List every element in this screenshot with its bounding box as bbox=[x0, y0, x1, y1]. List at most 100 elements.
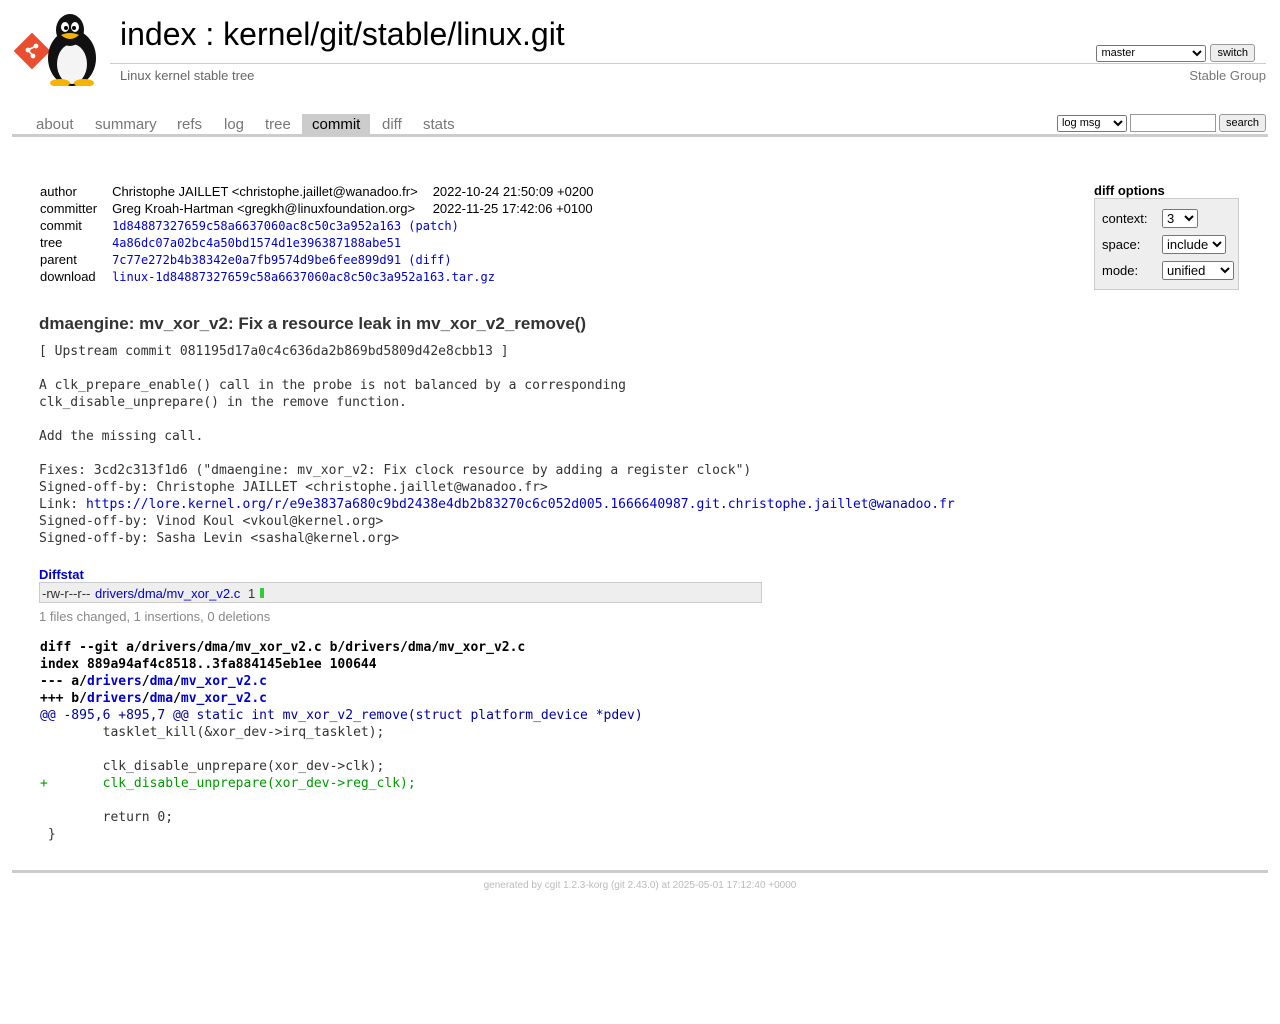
author-label: author bbox=[40, 184, 77, 199]
message-link-line: Link: https://lore.kernel.org/r/e9e3837a… bbox=[39, 497, 955, 512]
author-value: Christophe JAILLET <christophe.jaillet@w… bbox=[112, 184, 418, 199]
footer-divider bbox=[12, 870, 1268, 873]
diff-context-line: return 0; bbox=[40, 810, 174, 825]
search-mode-select[interactable]: log msg bbox=[1056, 114, 1127, 132]
message-upstream-line: [ Upstream commit 081195d17a0c4c636da2b8… bbox=[39, 344, 509, 359]
tab-tree[interactable]: tree bbox=[255, 114, 301, 134]
diff-index-line: index 889a94af4c8518..3fa884145eb1ee 100… bbox=[40, 657, 377, 672]
index-link[interactable]: index bbox=[120, 16, 197, 52]
context-label: context: bbox=[1102, 211, 1148, 226]
title-separator: : bbox=[196, 16, 224, 52]
message-signoff-line: Signed-off-by: Sasha Levin <sashal@kerne… bbox=[39, 531, 400, 546]
commit-sha-cell: 1d84887327659c58a6637060ac8c50c3a952a163… bbox=[109, 217, 596, 234]
message-signoff-line: Signed-off-by: Christophe JAILLET <chris… bbox=[39, 480, 548, 495]
repo-link[interactable]: kernel/git/stable/linux.git bbox=[223, 16, 565, 52]
tab-stats[interactable]: stats bbox=[413, 114, 465, 134]
diffstat-file-link[interactable]: drivers/dma/mv_xor_v2.c bbox=[95, 586, 240, 601]
diff-context-line bbox=[40, 792, 643, 809]
commit-message: [ Upstream commit 081195d17a0c4c636da2b8… bbox=[39, 343, 955, 547]
tab-log[interactable]: log bbox=[214, 114, 254, 134]
committer-label: committer bbox=[40, 201, 98, 216]
parent-row: parent 7c77e272b4b38342e0a7fb9574d9be6fe… bbox=[37, 251, 597, 268]
download-link[interactable]: linux-1d84887327659c58a6637060ac8c50c3a9… bbox=[112, 270, 495, 284]
tab-about[interactable]: about bbox=[26, 114, 84, 134]
branch-select[interactable]: master bbox=[1096, 44, 1207, 62]
author-row: author Christophe JAILLET <christophe.ja… bbox=[37, 183, 597, 200]
diff-options-title: diff options bbox=[1094, 183, 1165, 198]
page-footer: generated by cgit 1.2.3-korg (git 2.43.0… bbox=[0, 880, 1280, 891]
tree-label: tree bbox=[40, 235, 63, 250]
page-title: index : kernel/git/stable/linux.git bbox=[120, 16, 565, 53]
diff-path-sub-link[interactable]: dma bbox=[150, 691, 173, 706]
diff-path-dir-link[interactable]: drivers bbox=[87, 691, 142, 706]
tab-summary[interactable]: summary bbox=[85, 114, 167, 134]
search-button[interactable]: search bbox=[1218, 114, 1266, 132]
branch-switch-form: master switch bbox=[1096, 44, 1255, 62]
mode-select[interactable]: unified bbox=[1162, 261, 1234, 280]
diff-options-panel: context: 3 space: include mode: unified bbox=[1094, 198, 1239, 290]
message-signoff-line: Signed-off-by: Vinod Koul <vkoul@kernel.… bbox=[39, 514, 384, 529]
committer-row: committer Greg Kroah-Hartman <gregkh@lin… bbox=[37, 200, 597, 217]
diff-view: diff --git a/drivers/dma/mv_xor_v2.c b/d… bbox=[40, 639, 643, 843]
diff-minus-header: --- a/drivers/dma/mv_xor_v2.c bbox=[40, 674, 267, 689]
commit-info-table: author Christophe JAILLET <christophe.ja… bbox=[37, 183, 597, 285]
diff-plus-prefix: +++ b/ bbox=[40, 691, 87, 706]
file-mode: -rw-r--r-- bbox=[42, 586, 91, 601]
diff-hunk-header: @@ -895,6 +895,7 @@ static int mv_xor_v2… bbox=[40, 708, 643, 723]
diff-context-line: tasklet_kill(&xor_dev->irq_tasklet); bbox=[40, 725, 385, 740]
message-body-line: A clk_prepare_enable() call in the probe… bbox=[39, 378, 626, 393]
tab-refs[interactable]: refs bbox=[167, 114, 212, 134]
diff-path-sub-link[interactable]: dma bbox=[150, 674, 173, 689]
tux-penguin-icon bbox=[48, 14, 96, 86]
committer-value: Greg Kroah-Hartman <gregkh@linuxfoundati… bbox=[112, 201, 416, 216]
message-body-line: Add the missing call. bbox=[39, 429, 204, 444]
commit-sha-link[interactable]: 1d84887327659c58a6637060ac8c50c3a952a163 bbox=[112, 219, 401, 233]
tab-diff[interactable]: diff bbox=[372, 114, 412, 134]
diffstat-summary: 1 files changed, 1 insertions, 0 deletio… bbox=[39, 609, 271, 624]
context-select[interactable]: 3 bbox=[1162, 209, 1198, 228]
committer-date: 2022-11-25 17:42:06 +0100 bbox=[432, 201, 593, 216]
diff-git-line: diff --git a/drivers/dma/mv_xor_v2.c b/d… bbox=[40, 640, 526, 655]
download-label: download bbox=[40, 269, 96, 284]
diff-context-line: } bbox=[40, 827, 56, 842]
diff-plus-header: +++ b/drivers/dma/mv_xor_v2.c bbox=[40, 691, 267, 706]
download-row: download linux-1d84887327659c58a6637060a… bbox=[37, 268, 597, 285]
diff-path-dir-link[interactable]: drivers bbox=[87, 674, 142, 689]
diffstat-header-link[interactable]: Diffstat bbox=[39, 567, 84, 582]
cgit-tux-logo[interactable] bbox=[14, 10, 110, 86]
diff-added-line: + clk_disable_unprepare(xor_dev->reg_clk… bbox=[40, 776, 416, 791]
diff-context-line: clk_disable_unprepare(xor_dev->clk); bbox=[40, 759, 385, 774]
diffstat-table: -rw-r--r-- drivers/dma/mv_xor_v2.c 1 bbox=[39, 582, 762, 603]
search-form: log msg search bbox=[1056, 114, 1266, 132]
commit-label: commit bbox=[40, 218, 82, 233]
message-link-url[interactable]: https://lore.kernel.org/r/e9e3837a680c9b… bbox=[86, 497, 955, 512]
diffstat-count: 1 bbox=[248, 586, 256, 601]
message-body-line: clk_disable_unprepare() in the remove fu… bbox=[39, 395, 407, 410]
parent-diff-link[interactable]: (diff) bbox=[408, 253, 451, 267]
parent-sha-cell: 7c77e272b4b38342e0a7fb9574d9be6fee899d91… bbox=[109, 251, 596, 268]
download-cell: linux-1d84887327659c58a6637060ac8c50c3a9… bbox=[109, 268, 596, 285]
diff-path-file-link[interactable]: mv_xor_v2.c bbox=[181, 674, 267, 689]
parent-sha-link[interactable]: 7c77e272b4b38342e0a7fb9574d9be6fee899d91 bbox=[112, 253, 401, 267]
author-date: 2022-10-24 21:50:09 +0200 bbox=[432, 184, 594, 199]
search-input[interactable] bbox=[1129, 114, 1216, 132]
patch-link[interactable]: (patch) bbox=[408, 219, 459, 233]
parent-label: parent bbox=[40, 252, 77, 267]
diff-path-file-link[interactable]: mv_xor_v2.c bbox=[181, 691, 267, 706]
header-divider bbox=[110, 63, 1266, 64]
tree-sha-link[interactable]: 4a86dc07a02bc4a50bd1574d1e396387188abe51 bbox=[112, 236, 401, 250]
cgit-link[interactable]: cgit 1.2.3-korg bbox=[545, 880, 608, 891]
footer-prefix: generated by bbox=[483, 880, 545, 891]
repo-description: Linux kernel stable tree bbox=[120, 68, 255, 83]
space-select[interactable]: include bbox=[1162, 235, 1226, 254]
switch-button[interactable]: switch bbox=[1210, 44, 1255, 62]
diff-minus-prefix: --- a/ bbox=[40, 674, 87, 689]
commit-row: commit 1d84887327659c58a6637060ac8c50c3a… bbox=[37, 217, 597, 234]
space-label: space: bbox=[1102, 237, 1141, 252]
commit-subject: dmaengine: mv_xor_v2: Fix a resource lea… bbox=[39, 314, 587, 333]
tree-sha-cell: 4a86dc07a02bc4a50bd1574d1e396387188abe51 bbox=[109, 234, 596, 251]
tab-commit[interactable]: commit bbox=[302, 114, 371, 134]
repo-owner: Stable Group bbox=[1189, 68, 1266, 83]
footer-git-version: (git 2.43.0) bbox=[610, 880, 659, 891]
message-link-prefix: Link: bbox=[39, 497, 86, 512]
